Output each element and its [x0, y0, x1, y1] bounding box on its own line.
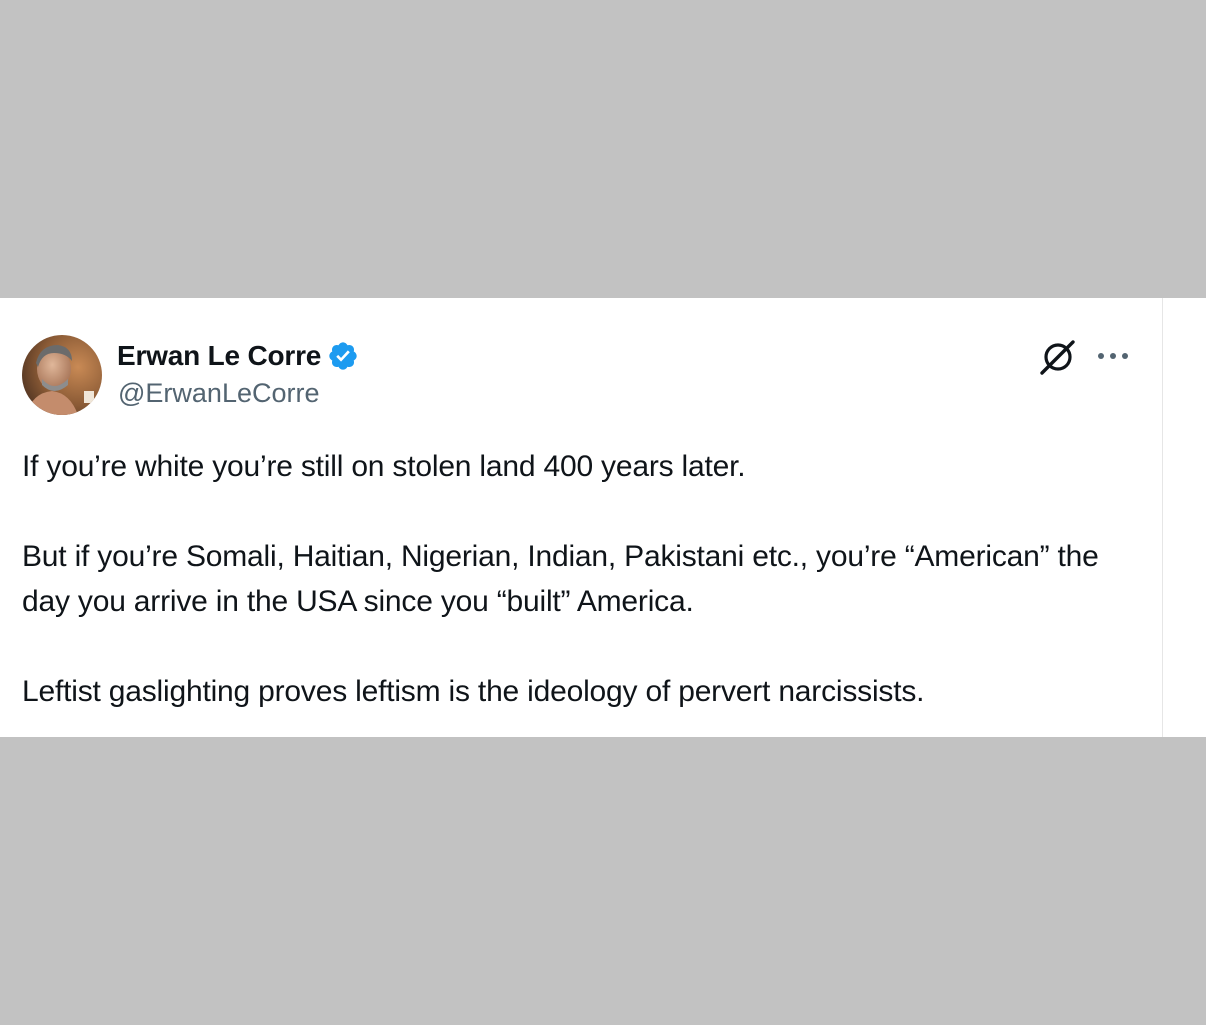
verified-badge-icon[interactable]: [327, 340, 359, 372]
more-options-icon[interactable]: [1094, 340, 1132, 372]
author-name-row[interactable]: Erwan Le Corre: [117, 338, 359, 374]
tweet-text: If you’re white you’re still on stolen l…: [22, 444, 1142, 714]
author-handle[interactable]: @ErwanLeCorre: [118, 378, 320, 409]
tweet-paragraph-2: But if you’re Somali, Haitian, Nigerian,…: [22, 540, 1099, 618]
grok-icon[interactable]: [1039, 338, 1077, 376]
author-display-name[interactable]: Erwan Le Corre: [117, 340, 321, 372]
avatar[interactable]: [22, 335, 102, 415]
card-edge: [1163, 298, 1206, 737]
profile-photo-icon: [22, 335, 102, 415]
tweet-paragraph-3: Leftist gaslighting proves leftism is th…: [22, 675, 925, 708]
tweet-paragraph-1: If you’re white you’re still on stolen l…: [22, 450, 746, 483]
